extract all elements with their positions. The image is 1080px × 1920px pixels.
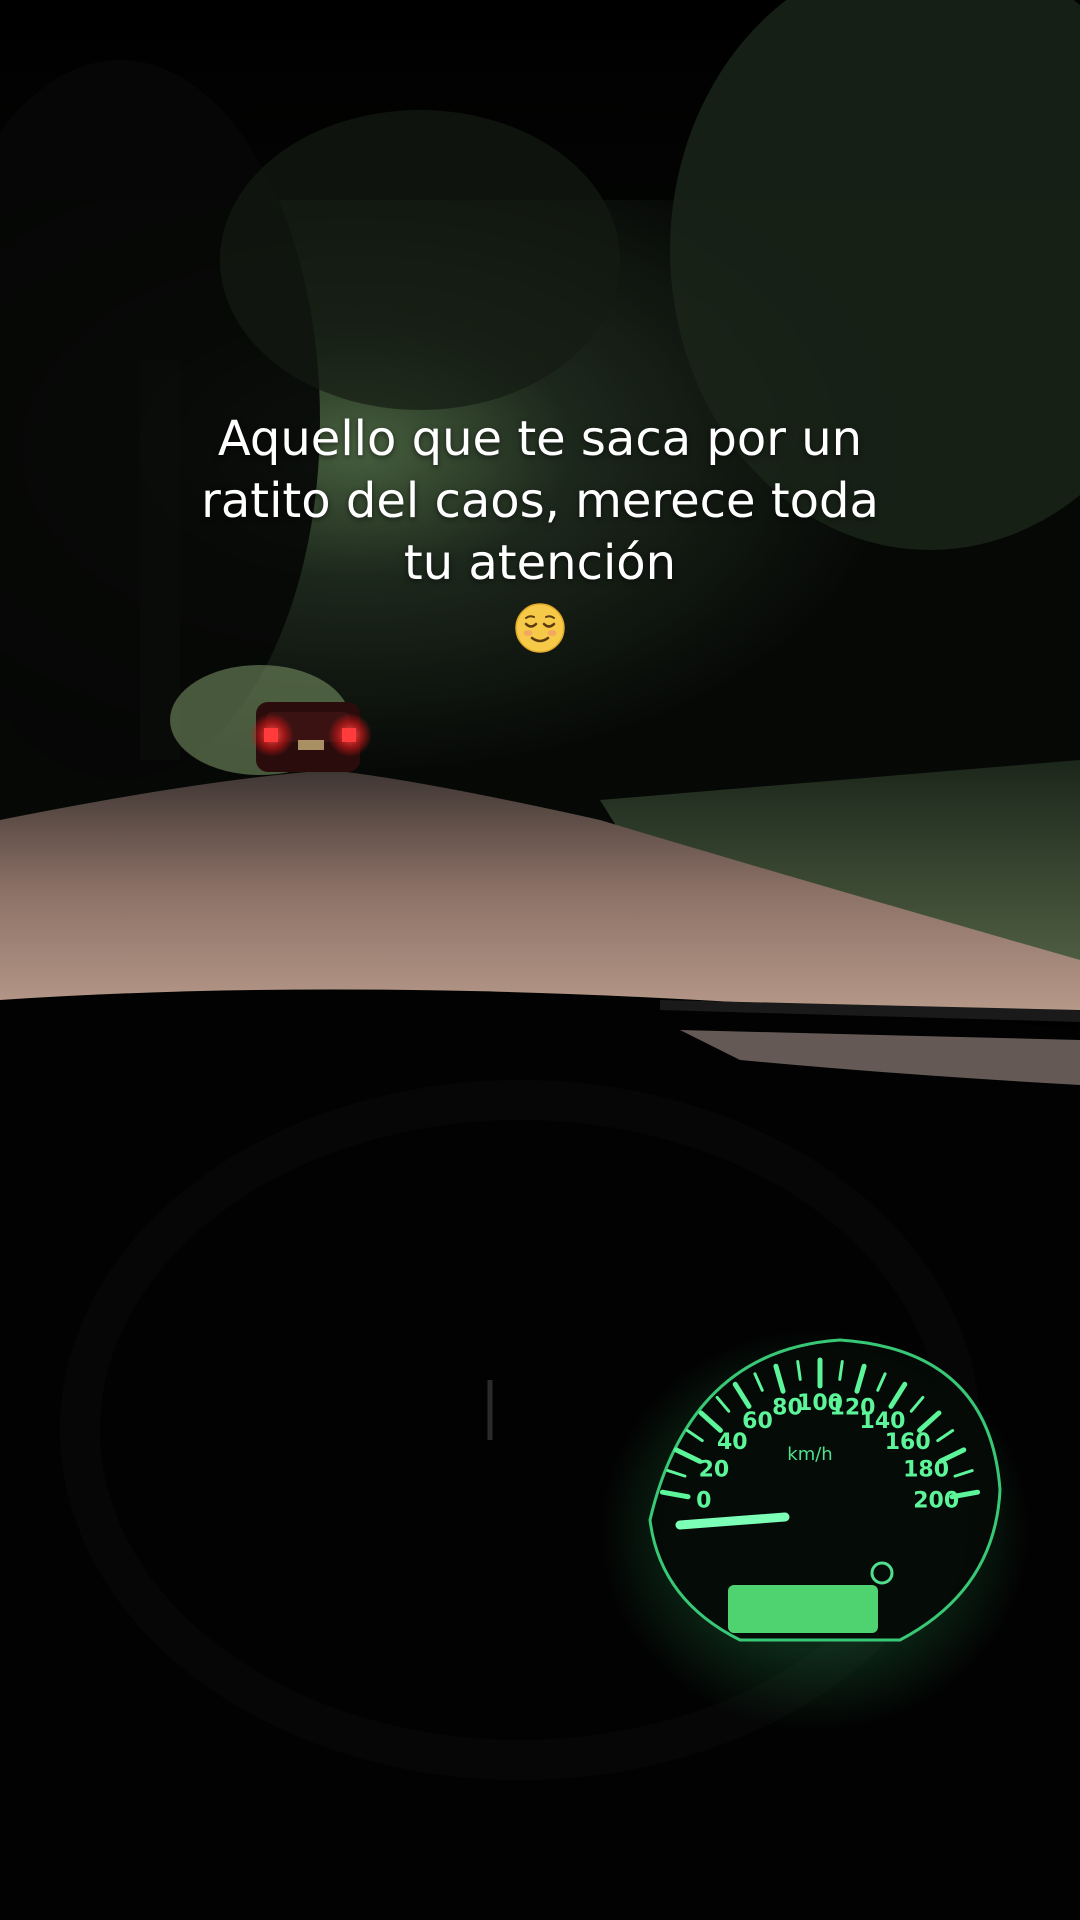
speed-label: 200 <box>913 1489 959 1514</box>
night-drive-photo: 0 20 40 60 80 100 120 140 160 180 200 km/h <box>0 0 1080 1920</box>
relieved-face-emoji <box>514 602 566 654</box>
caption-line-2: ratito del caos, merece toda <box>201 473 879 529</box>
caption-line-1: Aquello que te saca por un <box>217 411 863 467</box>
right-taillight <box>342 728 356 742</box>
speedometer: 020406080100120140160180200 km/h <box>600 1330 1030 1730</box>
car-ahead <box>250 702 372 772</box>
speed-label: 20 <box>699 1457 730 1482</box>
odometer-display <box>728 1585 878 1633</box>
speed-label: 160 <box>885 1430 931 1455</box>
speed-label: 0 <box>696 1489 711 1514</box>
license-plate <box>298 740 324 750</box>
speed-label: 60 <box>742 1409 773 1434</box>
speed-label: 180 <box>903 1457 949 1482</box>
top-foliage <box>220 110 620 410</box>
speed-unit: km/h <box>787 1444 832 1465</box>
caption-line-3: tu atención <box>403 535 677 591</box>
left-taillight <box>264 728 278 742</box>
video-caption: Aquello que te saca por un ratito del ca… <box>140 408 940 594</box>
